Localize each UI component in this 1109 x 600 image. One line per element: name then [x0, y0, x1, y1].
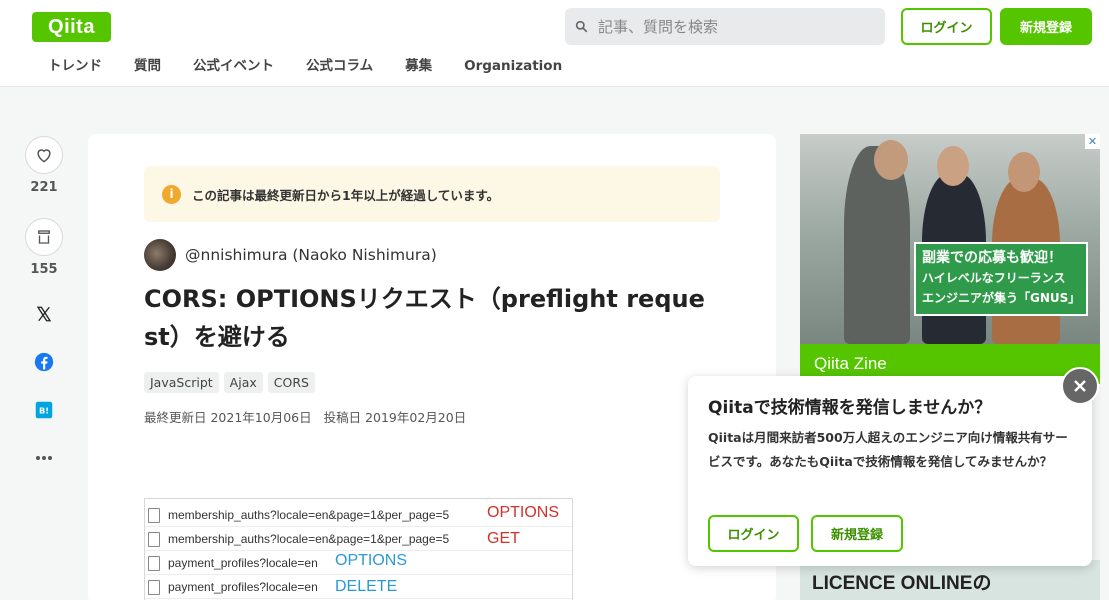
article-title: CORS: OPTIONSリクエスト（preflight reque st）を避… [144, 280, 724, 356]
share-x-button[interactable] [24, 302, 64, 326]
title-line-1: CORS: OPTIONSリクエスト（preflight reque [144, 285, 705, 313]
tag-cors[interactable]: CORS [267, 372, 315, 393]
article-card: i この記事は最終更新日から1年以上が経過しています。 @nnishimura … [88, 134, 776, 600]
notice-text: この記事は最終更新日から1年以上が経過しています。 [192, 187, 500, 203]
more-button[interactable] [24, 446, 64, 470]
popup-login-button[interactable]: ログイン [708, 515, 799, 552]
info-icon: i [162, 184, 181, 204]
signup-popup: Qiitaで技術情報を発信しませんか？ Qiitaは月間来訪者500万人超えのエ… [688, 376, 1092, 566]
like-count: 221 [30, 180, 58, 195]
method-label: DELETE [335, 578, 398, 595]
search-box[interactable] [565, 8, 885, 45]
file-icon [148, 507, 160, 523]
hatena-bookmark-icon: B! [35, 401, 53, 419]
heart-icon [37, 149, 51, 163]
nav-trend[interactable]: トレンド [32, 56, 118, 76]
stock-button[interactable] [25, 218, 63, 256]
author-link[interactable]: @nnishimura (Naoko Nishimura) [144, 239, 437, 271]
close-icon [1074, 380, 1086, 392]
article-dates: 最終更新日 2021年10月06日 投稿日 2019年02月20日 [144, 407, 474, 426]
ad-person-head [937, 146, 969, 186]
request-url: membership_auths?locale=en&page=1&per_pa… [168, 508, 450, 522]
ad-banner[interactable]: 副業での応募も歓迎！ ハイレベルなフリーランス エンジニアが集う「GNUS」 Q… [800, 134, 1100, 384]
ad-badge-line: 副業での応募も歓迎！ [922, 250, 1062, 266]
file-icon [148, 555, 160, 571]
method-label: GET [487, 530, 520, 547]
posted-date: 投稿日 2019年02月20日 [323, 410, 467, 425]
x-icon [36, 306, 52, 322]
author-name[interactable]: @nnishimura (Naoko Nishimura) [185, 246, 437, 264]
share-facebook-button[interactable] [24, 350, 64, 374]
adchoices-icon[interactable]: ✕ [1085, 134, 1100, 149]
qiita-logo[interactable]: Qiita [32, 12, 111, 42]
stock-icon [38, 230, 50, 244]
ad-person-head [1008, 152, 1040, 192]
share-hatena-button[interactable]: B! [24, 398, 64, 422]
file-icon [148, 531, 160, 547]
svg-text:B!: B! [39, 405, 49, 415]
request-url: payment_profiles?locale=en [168, 556, 318, 570]
nav-official-columns[interactable]: 公式コラム [290, 56, 389, 76]
outdated-notice: i この記事は最終更新日から1年以上が経過しています。 [144, 166, 720, 222]
popup-title: Qiitaで技術情報を発信しませんか？ [708, 398, 992, 418]
main-nav: トレンド 質問 公式イベント 公式コラム 募集 Organization [32, 56, 578, 76]
signup-button[interactable]: 新規登録 [1000, 8, 1092, 45]
ad-badge: 副業での応募も歓迎！ ハイレベルなフリーランス エンジニアが集う「GNUS」 [914, 242, 1088, 316]
network-screenshot: membership_auths?locale=en&page=1&per_pa… [144, 498, 573, 600]
title-line-2: st）を避ける [144, 323, 290, 351]
more-icon [36, 456, 52, 460]
ad-badge-line: ハイレベルなフリーランス [922, 271, 1066, 285]
request-url: membership_auths?locale=en&page=1&per_pa… [168, 532, 450, 546]
search-input[interactable] [598, 17, 868, 36]
stock-count: 155 [30, 262, 58, 277]
method-label: OPTIONS [335, 552, 408, 569]
like-button[interactable] [25, 136, 63, 174]
tag-list: JavaScript Ajax CORS [144, 372, 320, 393]
nav-organization[interactable]: Organization [448, 56, 578, 76]
popup-body: Qiitaは月間来訪者500万人超えのエンジニア向け情報共有サービスです。あなた… [708, 430, 1068, 469]
facebook-icon [34, 352, 54, 372]
ad-person-head [874, 140, 908, 180]
request-url: payment_profiles?locale=en [168, 580, 318, 594]
updated-date: 最終更新日 2021年10月06日 [144, 410, 312, 425]
nav-official-events[interactable]: 公式イベント [177, 56, 290, 76]
site-header: Qiita ログイン 新規登録 トレンド 質問 公式イベント 公式コラム 募集 … [0, 0, 1109, 87]
avatar[interactable] [144, 239, 176, 271]
file-icon [148, 579, 160, 595]
search-icon [575, 20, 588, 33]
tag-ajax[interactable]: Ajax [223, 372, 263, 393]
method-label: OPTIONS [487, 504, 560, 521]
ad2-text: LICENCE ONLINEの [812, 573, 992, 594]
popup-close-button[interactable] [1061, 367, 1099, 405]
nav-recruitment[interactable]: 募集 [389, 56, 448, 76]
popup-signup-button[interactable]: 新規登録 [811, 515, 903, 552]
tag-javascript[interactable]: JavaScript [144, 372, 219, 393]
login-button[interactable]: ログイン [901, 8, 992, 45]
nav-questions[interactable]: 質問 [118, 56, 177, 76]
ad-badge-line: エンジニアが集う「GNUS」 [922, 291, 1081, 305]
ad-banner-secondary[interactable]: LICENCE ONLINEの [800, 560, 1100, 600]
